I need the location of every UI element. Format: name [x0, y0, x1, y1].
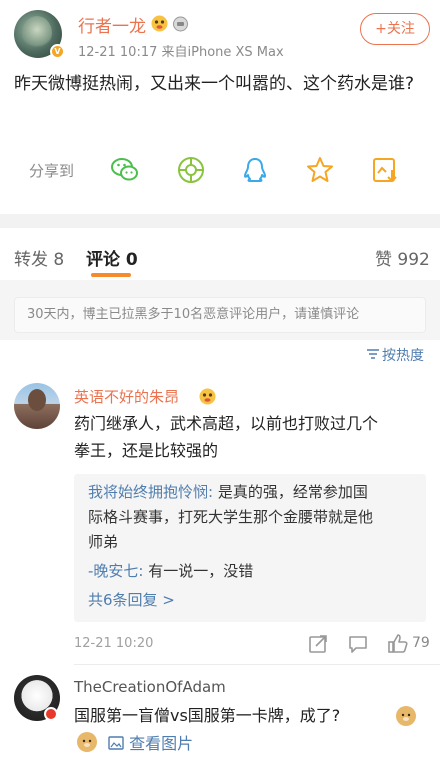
comment-text: 药门继承人，武术高超，以前也打败过几个 拳王，还是比较强的: [74, 410, 426, 464]
comment-text: 国服第一盲僧vs国服第一卡牌，成了?: [74, 706, 341, 725]
comment-text-line: 药门继承人，武术高超，以前也打败过几个: [74, 414, 379, 433]
reply-username[interactable]: 我将始终拥抱怜悯:: [88, 483, 213, 501]
wechat-icon[interactable]: [109, 154, 141, 186]
comment-notice: 30天内，博主已拉黑多于10名恶意评论用户，请谨慎评论: [14, 297, 426, 333]
follow-button[interactable]: +关注: [360, 13, 430, 45]
tab-likes[interactable]: 赞 992: [375, 245, 430, 270]
reply-text-line: 师弟: [88, 533, 119, 551]
post-text: 昨天微博挺热闹，又出来一个叫嚣的、这个药水是谁?: [14, 74, 415, 94]
section-divider: [0, 214, 440, 228]
tab-bar: 转发 8 评论 0 赞 992: [0, 228, 440, 280]
reply-box: 我将始终拥抱怜悯: 是真的强，经常参加国 际格斗赛事，打死大学生那个金腰带就是他…: [74, 474, 426, 622]
qq-icon[interactable]: [239, 154, 271, 186]
comment-username[interactable]: TheCreationOfAdam: [74, 678, 226, 696]
crown-emoji-icon: [151, 15, 168, 32]
share-row: 分享到: [0, 148, 440, 192]
reply-text: 是真的强，经常参加国: [213, 483, 368, 501]
tab-repost[interactable]: 转发 8: [14, 245, 64, 270]
active-tab-indicator: [91, 273, 131, 277]
doge-emoji-icon: [396, 706, 416, 726]
doge-emoji-icon: [77, 732, 97, 752]
favorite-star-icon[interactable]: [304, 154, 336, 186]
comment-icon[interactable]: [347, 633, 369, 655]
share-label: 分享到: [29, 162, 75, 180]
comment-username[interactable]: 英语不好的朱昂: [74, 386, 179, 407]
reply-text: 有一说一，没错: [143, 562, 254, 580]
level-badge-icon: [172, 15, 189, 32]
moments-icon[interactable]: [175, 154, 207, 186]
reply-item: -晚安七: 有一说一，没错: [88, 559, 418, 584]
share-icon[interactable]: [307, 633, 329, 655]
verified-badge-icon: V: [50, 44, 65, 59]
comment-avatar[interactable]: [14, 383, 60, 429]
like-count: 79: [412, 635, 430, 651]
verified-badge-icon: [44, 707, 58, 721]
author-name[interactable]: 行者一龙: [78, 12, 146, 37]
like-icon[interactable]: [387, 632, 409, 654]
post-header: V 行者一龙 12-21 10:17 来自iPhone XS Max +关注: [0, 0, 440, 64]
view-picture-label: 查看图片: [129, 734, 194, 753]
crown-emoji-icon: [199, 388, 216, 405]
comment-divider: [74, 664, 440, 665]
save-image-icon[interactable]: [369, 154, 401, 186]
more-replies-link[interactable]: 共6条回复 >: [88, 589, 175, 610]
sort-by-hot-button[interactable]: 按热度: [366, 345, 424, 365]
reply-item: 我将始终拥抱怜悯: 是真的强，经常参加国: [88, 480, 418, 505]
reply-text-line: 际格斗赛事，打死大学生那个金腰带就是他: [88, 508, 374, 526]
comment-text-line: 拳王，还是比较强的: [74, 441, 219, 460]
comment-time: 12-21 10:20: [74, 636, 154, 651]
sort-label: 按热度: [382, 348, 424, 364]
reply-username[interactable]: -晚安七:: [88, 562, 143, 580]
post-meta: 12-21 10:17 来自iPhone XS Max: [78, 45, 284, 60]
image-icon: [108, 734, 129, 753]
tab-comment[interactable]: 评论 0: [86, 245, 138, 270]
view-picture-link[interactable]: 查看图片: [108, 730, 193, 754]
sort-icon: [366, 348, 382, 364]
